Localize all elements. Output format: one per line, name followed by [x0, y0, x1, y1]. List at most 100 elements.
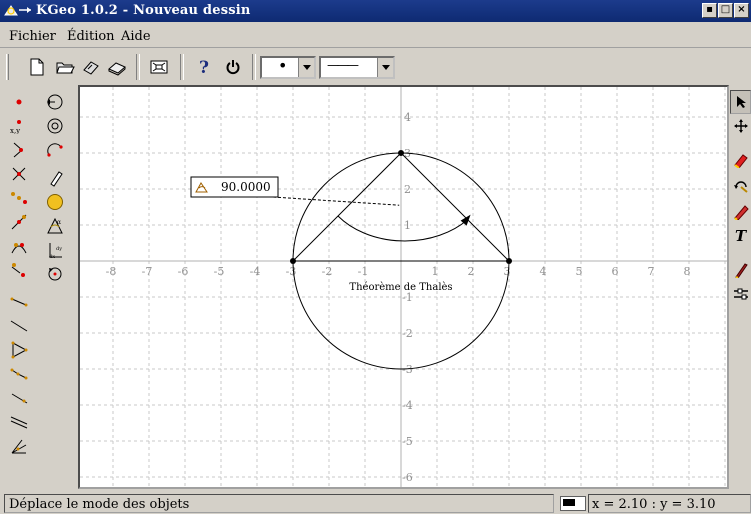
angle-icon[interactable]: α	[42, 214, 68, 238]
bisector-icon[interactable]	[6, 434, 32, 458]
drawing-canvas[interactable]: -9-8-7-6-5-4-3-2-112345678654321-1-2-3-4…	[78, 85, 729, 489]
y-tick-label: -5	[402, 435, 413, 448]
x-tick-label: -7	[142, 265, 153, 278]
chevron-down-icon	[298, 58, 314, 77]
move-icon[interactable]	[730, 114, 751, 138]
triangle-icon[interactable]	[6, 338, 32, 362]
point-on-object-icon[interactable]	[6, 234, 32, 258]
menu-edition[interactable]: Édition	[67, 29, 115, 44]
line-style-combo[interactable]: ———	[319, 56, 395, 79]
maximize-button[interactable]: □	[718, 3, 733, 18]
circle-center-point-icon[interactable]	[42, 90, 68, 114]
angle-arc	[337, 215, 468, 242]
y-tick-label: 5	[404, 87, 411, 88]
triangle-side-right	[400, 152, 510, 262]
segment-icon[interactable]	[6, 290, 32, 314]
chevron-down-icon	[377, 58, 393, 77]
menu-aide[interactable]: Aide	[121, 29, 151, 44]
eraser-red-icon[interactable]	[730, 148, 751, 172]
y-tick-label: 2	[404, 183, 411, 196]
triangle-side-left	[292, 152, 402, 262]
svg-text:?: ?	[199, 58, 209, 76]
print-icon[interactable]	[104, 54, 130, 80]
menu-fichier[interactable]: Fichier	[9, 29, 56, 44]
y-tick-label: -4	[402, 399, 413, 412]
svg-text:dx: dx	[49, 254, 55, 259]
grid-settings-icon[interactable]	[730, 282, 751, 306]
y-tick-label: -2	[402, 327, 413, 340]
rotate-icon[interactable]	[730, 174, 751, 198]
svg-text:T: T	[735, 228, 748, 244]
save-icon[interactable]	[78, 54, 104, 80]
status-message: Déplace le mode des objets	[4, 494, 554, 513]
point-style-value: •	[278, 56, 288, 75]
label-leader-line	[272, 196, 400, 206]
moved-point-icon[interactable]	[6, 258, 32, 282]
x-tick-label: 4	[540, 265, 547, 278]
paint-brush-icon[interactable]	[730, 258, 751, 282]
window-title: KGeo 1.0.2 - Nouveau dessin	[36, 3, 251, 18]
x-tick-label: 1	[432, 265, 439, 278]
point-style-combo[interactable]: •	[260, 56, 316, 79]
x-tick-label: 5	[576, 265, 583, 278]
line-point-icon[interactable]	[6, 210, 32, 234]
right-toolbar: T	[730, 88, 751, 308]
point-icon[interactable]	[6, 90, 32, 114]
y-tick-label: -6	[402, 471, 413, 484]
y-tick-label: 1	[404, 219, 411, 232]
vertex-point	[290, 258, 296, 264]
x-tick-label: -1	[358, 265, 369, 278]
intersection-icon[interactable]	[6, 162, 32, 186]
midpoint-icon[interactable]	[6, 138, 32, 162]
line-style-value: ———	[327, 58, 359, 72]
ray-icon[interactable]	[6, 386, 32, 410]
eraser-icon[interactable]	[42, 166, 68, 190]
pencil-icon[interactable]	[730, 200, 751, 224]
svg-text:x,y: x,y	[10, 127, 20, 134]
svg-text:α: α	[57, 219, 61, 226]
status-bar: Déplace le mode des objets x = 2.10 : y …	[0, 494, 751, 514]
y-tick-label: -1	[402, 291, 413, 304]
app-logo-icon	[4, 5, 31, 16]
length-icon[interactable]: dy dx	[42, 238, 68, 262]
minimize-button[interactable]: ▪	[702, 3, 717, 18]
ellipse-icon[interactable]	[42, 190, 68, 214]
x-tick-label: -6	[178, 265, 189, 278]
figure-caption: Théorème de Thalès	[349, 282, 452, 293]
power-icon[interactable]	[220, 54, 246, 80]
title-bar: KGeo 1.0.2 - Nouveau dessin ▪ □ ×	[0, 0, 751, 22]
fit-icon[interactable]	[146, 54, 172, 80]
x-tick-label: 6	[612, 265, 619, 278]
y-tick-label: -3	[402, 363, 413, 376]
circle-radius-icon[interactable]	[42, 114, 68, 138]
text-icon[interactable]: T	[730, 224, 751, 248]
vertex-point	[506, 258, 512, 264]
kgeo-window: KGeo 1.0.2 - Nouveau dessin ▪ □ × Fichie…	[0, 0, 751, 514]
x-tick-label: -2	[322, 265, 333, 278]
arc-icon[interactable]	[42, 138, 68, 162]
coordinates-readout: x = 2.10 : y = 3.10	[588, 494, 751, 513]
point-coordinates-icon[interactable]: x,y	[6, 114, 32, 138]
parallel-icon[interactable]	[6, 410, 32, 434]
x-tick-label: 7	[648, 265, 655, 278]
x-tick-label: -5	[214, 265, 225, 278]
x-tick-label: 3	[504, 265, 511, 278]
x-tick-label: -8	[106, 265, 117, 278]
rotation-icon[interactable]	[42, 262, 68, 286]
segment-points-icon[interactable]	[6, 186, 32, 210]
vertex-point	[398, 150, 404, 156]
pointer-icon[interactable]	[730, 90, 751, 114]
new-icon[interactable]	[24, 54, 50, 80]
help-icon[interactable]: ?	[192, 54, 218, 80]
x-tick-label: -3	[286, 265, 297, 278]
line-icon[interactable]	[6, 314, 32, 338]
y-tick-label: 4	[404, 111, 411, 124]
close-button[interactable]: ×	[734, 3, 749, 18]
color-indicator	[560, 496, 586, 511]
polygon-icon[interactable]	[6, 362, 32, 386]
angle-label-value: 90.0000	[221, 180, 271, 194]
left-toolbar: x,y α dy dx	[6, 84, 74, 459]
menu-bar: Fichier Édition Aide	[0, 22, 751, 48]
open-icon[interactable]	[52, 54, 78, 80]
main-toolbar: ? • ———	[0, 50, 751, 84]
